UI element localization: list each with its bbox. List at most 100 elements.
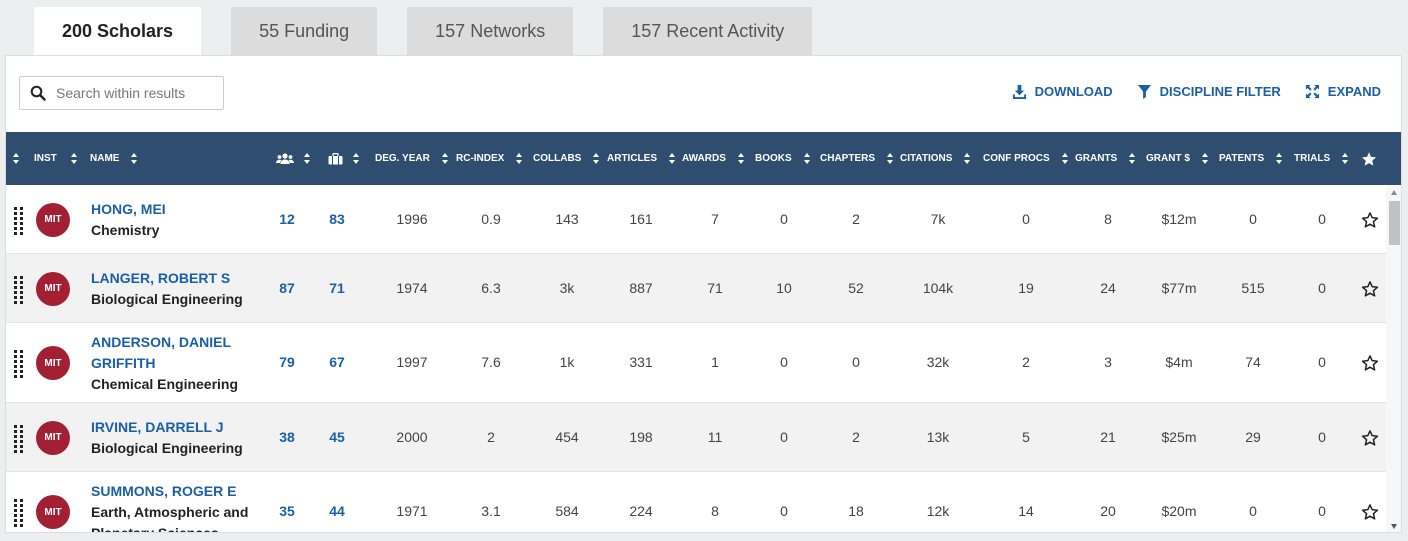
column-citations-label: CITATIONS [900, 153, 953, 164]
cell-citations: 7k [930, 210, 946, 227]
sort-handle-column[interactable] [13, 132, 20, 185]
column-deg-year[interactable]: DEG. YEAR [375, 132, 449, 185]
favorite-star-icon[interactable] [1361, 503, 1379, 521]
cell-rc-index: 0.9 [481, 210, 501, 227]
column-favorite[interactable] [1361, 132, 1377, 185]
table-body: MIT HONG, MEI Chemistry 12 83 1996 0.9 143 161 7 0… [6, 185, 1386, 532]
column-grants-label: GRANTS [1075, 153, 1118, 164]
scholar-name-link[interactable]: LANGER, ROBERT S [91, 268, 266, 289]
column-conf-procs[interactable]: CONF PROCS [983, 132, 1069, 185]
drag-handle-icon[interactable] [14, 499, 24, 527]
column-patents[interactable]: PATENTS [1219, 132, 1283, 185]
cell-awards: 1 [711, 354, 719, 370]
tab-networks[interactable]: 157 Networks [407, 7, 574, 55]
cell-trials: 0 [1318, 428, 1326, 445]
sort-icon [131, 153, 138, 164]
cell-chapters: 2 [852, 210, 860, 227]
discipline-filter-button[interactable]: DISCIPLINE FILTER [1137, 84, 1281, 99]
cell-conf-procs: 5 [1022, 428, 1030, 445]
scholar-name-link[interactable]: HONG, MEI [91, 199, 266, 220]
cell-chapters: 18 [848, 503, 864, 519]
cell-citations: 12k [926, 503, 950, 519]
favorite-star-icon[interactable] [1361, 429, 1379, 447]
scroll-down-arrow-icon[interactable] [1391, 524, 1397, 529]
column-collabs[interactable]: COLLABS [533, 132, 600, 185]
scholar-name-link[interactable]: ANDERSON, DANIEL GRIFFITH [91, 332, 266, 374]
vertical-scrollbar[interactable] [1386, 185, 1401, 532]
tab-scholars[interactable]: 200 Scholars [34, 7, 202, 55]
sort-icon [516, 153, 523, 164]
search-box[interactable] [19, 76, 224, 110]
column-books[interactable]: BOOKS [755, 132, 811, 185]
favorite-star-icon[interactable] [1361, 354, 1379, 372]
cell-chapters: 2 [852, 428, 860, 445]
toolbar-actions: DOWNLOAD DISCIPLINE FILTER EXPAND [988, 84, 1381, 99]
institution-badge: MIT [36, 271, 70, 306]
table-row[interactable]: MIT ANDERSON, DANIEL GRIFFITH Chemical Eng… [6, 323, 1386, 403]
cell-rc-index: 3.1 [481, 503, 501, 519]
cell-c2[interactable]: 44 [307, 503, 367, 519]
column-collaborators[interactable] [276, 132, 311, 185]
cell-grant-dollars: $20m [1161, 503, 1197, 519]
sort-icon [1276, 153, 1283, 164]
search-input[interactable] [56, 85, 216, 101]
cell-collabs: 143 [555, 210, 579, 227]
cell-patents: 29 [1245, 428, 1261, 445]
scholar-name-link[interactable]: IRVINE, DARRELL J [91, 417, 266, 438]
column-grants[interactable]: GRANTS [1075, 132, 1136, 185]
drag-handle-icon[interactable] [14, 206, 24, 235]
results-toolbar: DOWNLOAD DISCIPLINE FILTER EXPAND [19, 76, 1381, 110]
scrollbar-thumb[interactable] [1389, 201, 1400, 245]
download-label: DOWNLOAD [1034, 84, 1113, 99]
cell-trials: 0 [1318, 503, 1326, 519]
column-inst[interactable]: INST [34, 132, 78, 185]
cell-articles: 224 [629, 503, 653, 519]
column-name[interactable]: NAME [90, 132, 138, 185]
cell-c2[interactable]: 67 [307, 354, 367, 370]
column-chapters-label: CHAPTERS [820, 153, 876, 164]
favorite-star-icon[interactable] [1361, 211, 1379, 229]
tab-funding[interactable]: 55 Funding [231, 7, 378, 55]
cell-c2[interactable]: 45 [307, 429, 367, 445]
scroll-up-arrow-icon[interactable] [1391, 190, 1397, 195]
expand-label: EXPAND [1327, 84, 1381, 99]
cell-conf-procs: 2 [1022, 354, 1030, 370]
table-row[interactable]: MIT IRVINE, DARRELL J Biological Engineeri… [6, 403, 1386, 472]
search-icon [30, 85, 46, 101]
results-panel: DOWNLOAD DISCIPLINE FILTER EXPAND INST N… [5, 55, 1402, 533]
table-row[interactable]: MIT SUMMONS, ROGER E Earth, Atmospheric an… [6, 472, 1386, 532]
table-row[interactable]: MIT HONG, MEI Chemistry 12 83 1996 0.9 143 161 7 0… [6, 185, 1386, 254]
drag-handle-icon[interactable] [14, 350, 24, 378]
cell-grant-dollars: $25m [1161, 428, 1197, 445]
people-icon [276, 152, 294, 164]
expand-button[interactable]: EXPAND [1305, 84, 1381, 99]
download-button[interactable]: DOWNLOAD [1012, 84, 1113, 99]
column-trials[interactable]: TRIALS [1294, 132, 1349, 185]
drag-handle-icon[interactable] [14, 424, 24, 453]
cell-citations: 32k [926, 354, 950, 370]
tab-recent-activity[interactable]: 157 Recent Activity [603, 7, 813, 55]
drag-handle-icon[interactable] [14, 275, 24, 304]
table-row[interactable]: MIT LANGER, ROBERT S Biological Engineerin… [6, 254, 1386, 323]
cell-grants: 24 [1100, 279, 1116, 296]
cell-grants: 8 [1104, 210, 1112, 227]
cell-c2[interactable]: 83 [307, 211, 367, 227]
column-articles[interactable]: ARTICLES [607, 132, 676, 185]
column-rc-index[interactable]: RC-INDEX [456, 132, 523, 185]
column-portfolio[interactable] [328, 132, 360, 185]
scholar-name-link[interactable]: SUMMONS, ROGER E [91, 481, 266, 502]
cell-books: 0 [780, 354, 788, 370]
column-awards[interactable]: AWARDS [682, 132, 745, 185]
cell-c2[interactable]: 71 [307, 280, 367, 296]
cell-grant-dollars: $4m [1165, 354, 1193, 370]
column-rc-index-label: RC-INDEX [456, 153, 505, 164]
favorite-star-icon[interactable] [1361, 280, 1379, 298]
cell-conf-procs: 0 [1022, 210, 1030, 227]
column-chapters[interactable]: CHAPTERS [820, 132, 894, 185]
column-citations[interactable]: CITATIONS [900, 132, 971, 185]
star-icon [1362, 151, 1376, 166]
column-grant-dollars[interactable]: GRANT $ [1146, 132, 1209, 185]
scholar-name-cell: SUMMONS, ROGER E Earth, Atmospheric and P… [91, 481, 266, 532]
cell-rc-index: 7.6 [481, 354, 501, 370]
cell-deg-year: 1974 [396, 279, 428, 296]
